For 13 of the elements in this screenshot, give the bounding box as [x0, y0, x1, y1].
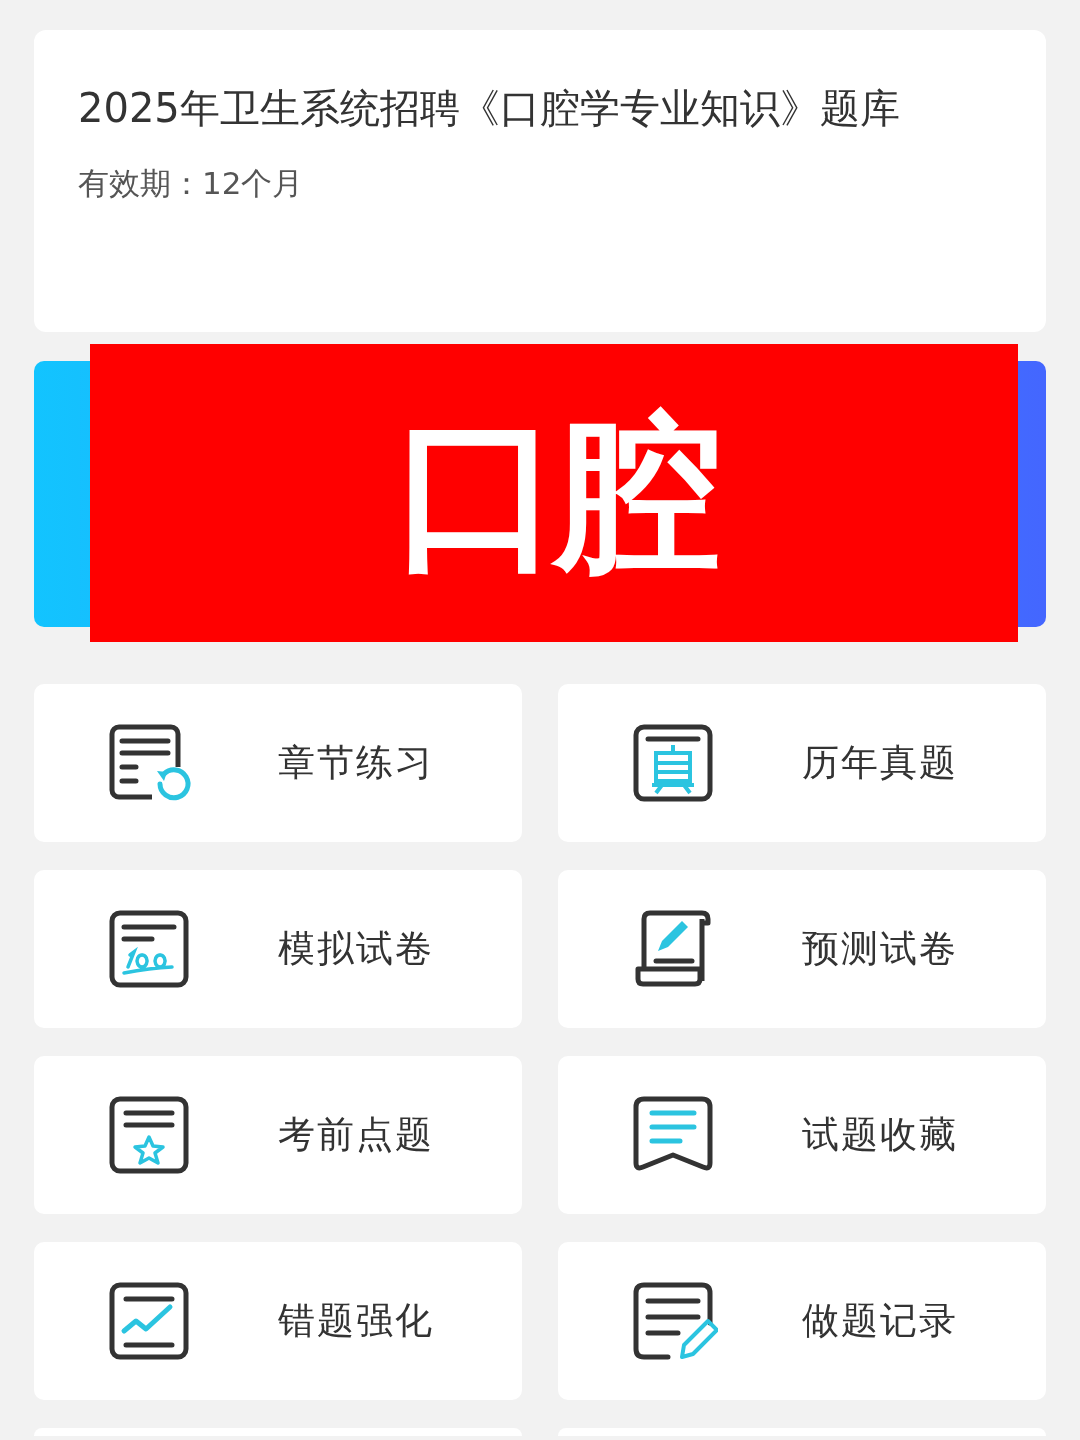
- document-refresh-icon: [108, 723, 194, 803]
- menu-tile[interactable]: 预测试卷: [558, 870, 1046, 1028]
- menu-tile[interactable]: 章节练习: [34, 684, 522, 842]
- menu-tile[interactable]: 做题记录: [558, 1242, 1046, 1400]
- menu-tile[interactable]: 试题收藏: [558, 1056, 1046, 1214]
- menu-tile[interactable]: 历年真题: [558, 684, 1046, 842]
- course-title: 2025年卫生系统招聘《口腔学专业知识》题库: [78, 88, 901, 128]
- validity-text: 有效期：12个月: [78, 168, 305, 199]
- menu-tile[interactable]: 错题强化: [34, 1242, 522, 1400]
- banner-label-panel[interactable]: 口腔: [90, 344, 1018, 642]
- menu-tile[interactable]: 模拟试卷: [34, 870, 522, 1028]
- menu-tile[interactable]: 考前点题: [34, 1056, 522, 1214]
- document-pencil-icon: [632, 1281, 718, 1361]
